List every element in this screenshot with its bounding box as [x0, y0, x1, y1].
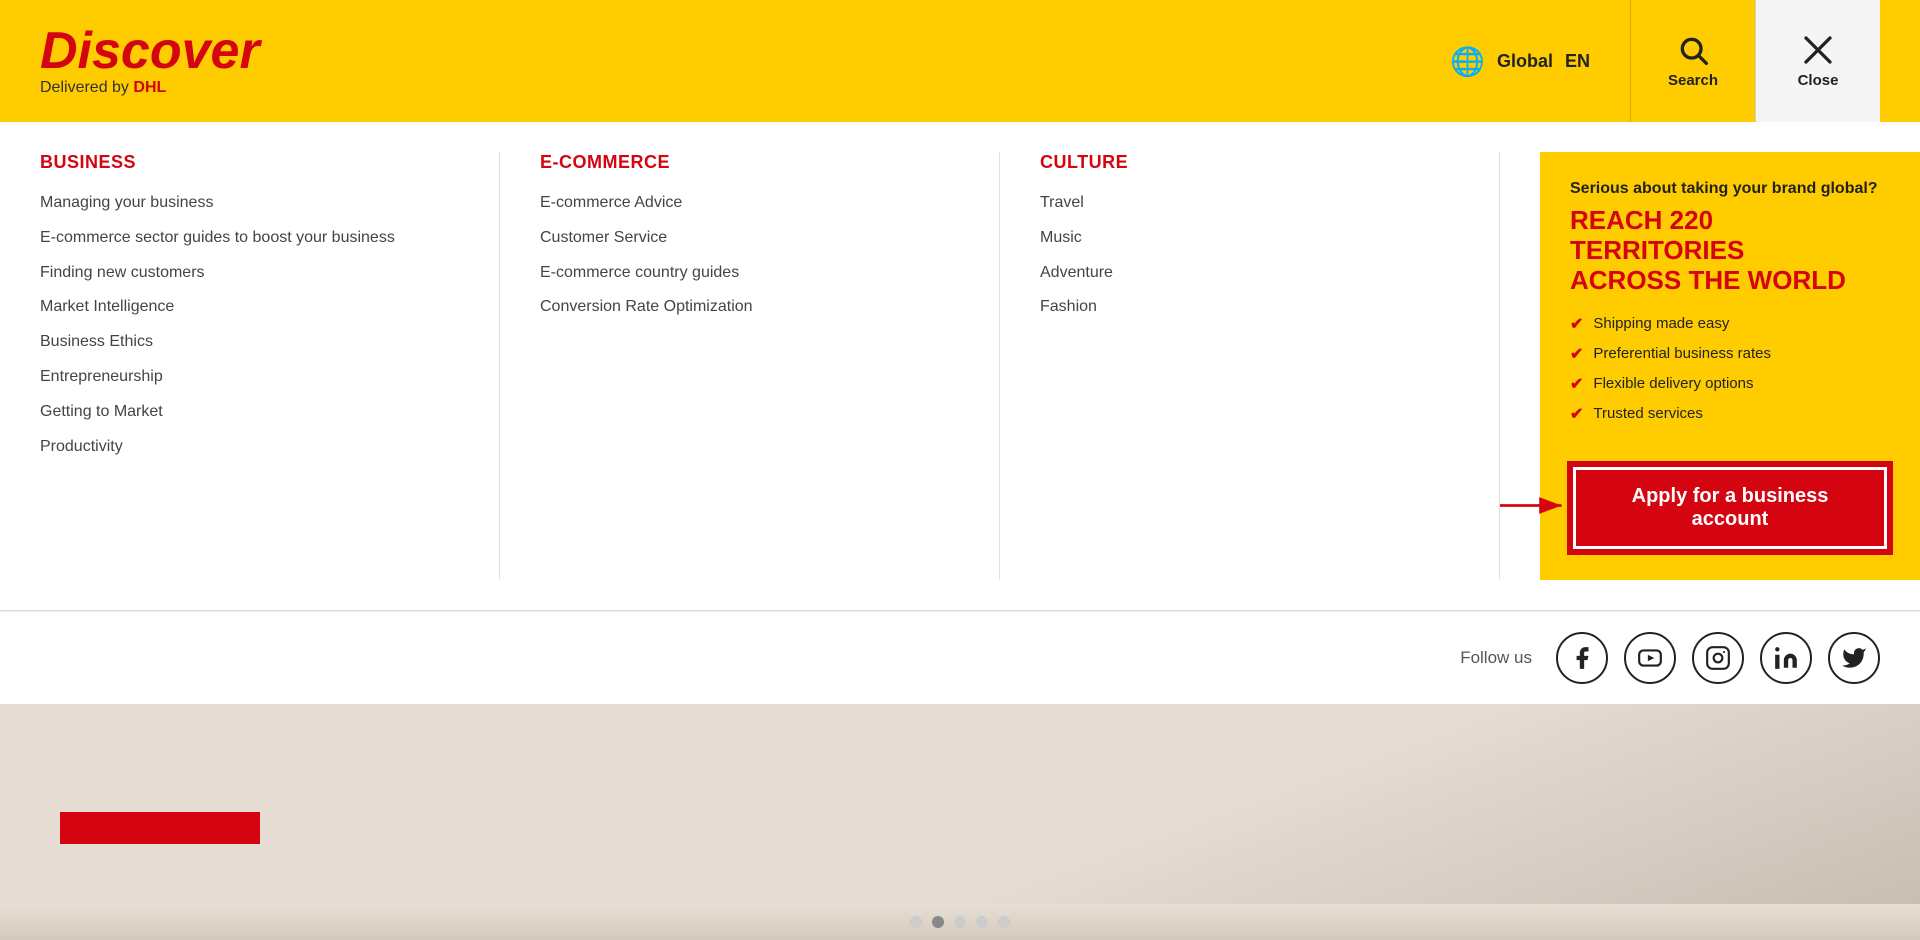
nav-link-ecommerce-advice[interactable]: E-commerce Advice: [540, 193, 959, 214]
nav-link-country-guides[interactable]: E-commerce country guides: [540, 263, 959, 284]
promo-tagline: Serious about taking your brand global?: [1570, 180, 1890, 198]
twitter-icon[interactable]: [1828, 632, 1880, 684]
nav-header-ecommerce: E-COMMERCE: [540, 152, 959, 173]
language-selector[interactable]: 🌐 Global EN: [1410, 45, 1630, 78]
follow-label: Follow us: [1460, 648, 1532, 668]
follow-row: Follow us: [0, 611, 1920, 704]
nav-dropdown: BUSINESS Managing your business E-commer…: [0, 122, 1920, 611]
nav-link-entrepreneurship[interactable]: Entrepreneurship: [40, 367, 459, 388]
header-right: 🌐 Global EN Search Close: [1410, 0, 1880, 122]
close-label: Close: [1798, 72, 1839, 89]
nav-link-fashion[interactable]: Fashion: [1040, 297, 1459, 318]
bg-scene-inner: [0, 704, 1920, 904]
dot-3[interactable]: [954, 916, 966, 928]
linkedin-icon[interactable]: [1760, 632, 1812, 684]
instagram-icon[interactable]: [1692, 632, 1744, 684]
logo-area: Discover Delivered by DHL: [40, 25, 260, 97]
arrow-icon: [1500, 485, 1570, 525]
nav-column-ecommerce: E-COMMERCE E-commerce Advice Customer Se…: [540, 152, 1000, 580]
nav-link-music[interactable]: Music: [1040, 228, 1459, 249]
nav-link-conversion-rate[interactable]: Conversion Rate Optimization: [540, 297, 959, 318]
nav-column-culture: CULTURE Travel Music Adventure Fashion: [1040, 152, 1500, 580]
cta-area: Apply for a business account: [1570, 464, 1890, 552]
youtube-icon[interactable]: [1624, 632, 1676, 684]
check-icon-3: ✔: [1570, 374, 1583, 394]
check-icon-1: ✔: [1570, 314, 1583, 334]
dot-2[interactable]: [932, 916, 944, 928]
header: Discover Delivered by DHL 🌐 Global EN Se…: [0, 0, 1920, 122]
dot-4[interactable]: [976, 916, 988, 928]
globe-icon: 🌐: [1450, 45, 1485, 78]
apply-business-account-button[interactable]: Apply for a business account: [1570, 464, 1890, 552]
arrow-container: [1500, 485, 1570, 530]
bg-scene: [0, 704, 1920, 904]
logo-subtitle: Delivered by DHL: [40, 79, 260, 97]
nav-link-managing[interactable]: Managing your business: [40, 193, 459, 214]
promo-headline: REACH 220 TERRITORIESACROSS THE WORLD: [1570, 206, 1890, 296]
promo-feature-3: ✔ Flexible delivery options: [1570, 374, 1890, 394]
nav-link-ecommerce-guides[interactable]: E-commerce sector guides to boost your b…: [40, 228, 459, 249]
partial-button[interactable]: [60, 812, 260, 844]
promo-feature-1: ✔ Shipping made easy: [1570, 314, 1890, 334]
nav-column-business: BUSINESS Managing your business E-commer…: [40, 152, 500, 580]
promo-list: ✔ Shipping made easy ✔ Preferential busi…: [1570, 314, 1890, 434]
promo-box: Serious about taking your brand global? …: [1540, 152, 1920, 580]
nav-link-adventure[interactable]: Adventure: [1040, 263, 1459, 284]
promo-feature-4: ✔ Trusted services: [1570, 404, 1890, 424]
nav-link-getting-to-market[interactable]: Getting to Market: [40, 402, 459, 423]
nav-link-market-intelligence[interactable]: Market Intelligence: [40, 297, 459, 318]
search-icon: [1677, 34, 1709, 66]
promo-feature-2: ✔ Preferential business rates: [1570, 344, 1890, 364]
nav-link-travel[interactable]: Travel: [1040, 193, 1459, 214]
logo-discover[interactable]: Discover: [40, 25, 260, 77]
global-label: Global: [1497, 51, 1553, 72]
close-button[interactable]: Close: [1755, 0, 1880, 122]
check-icon-2: ✔: [1570, 344, 1583, 364]
close-icon: [1802, 34, 1834, 66]
nav-link-customer-service[interactable]: Customer Service: [540, 228, 959, 249]
nav-header-culture: CULTURE: [1040, 152, 1459, 173]
nav-link-productivity[interactable]: Productivity: [40, 437, 459, 458]
dot-indicators: [0, 904, 1920, 940]
dot-5[interactable]: [998, 916, 1010, 928]
facebook-icon[interactable]: [1556, 632, 1608, 684]
check-icon-4: ✔: [1570, 404, 1583, 424]
search-button[interactable]: Search: [1630, 0, 1755, 122]
dot-1[interactable]: [910, 916, 922, 928]
nav-link-finding-customers[interactable]: Finding new customers: [40, 263, 459, 284]
language-label: EN: [1565, 51, 1590, 72]
nav-link-business-ethics[interactable]: Business Ethics: [40, 332, 459, 353]
nav-header-business: BUSINESS: [40, 152, 459, 173]
search-label: Search: [1668, 72, 1718, 89]
